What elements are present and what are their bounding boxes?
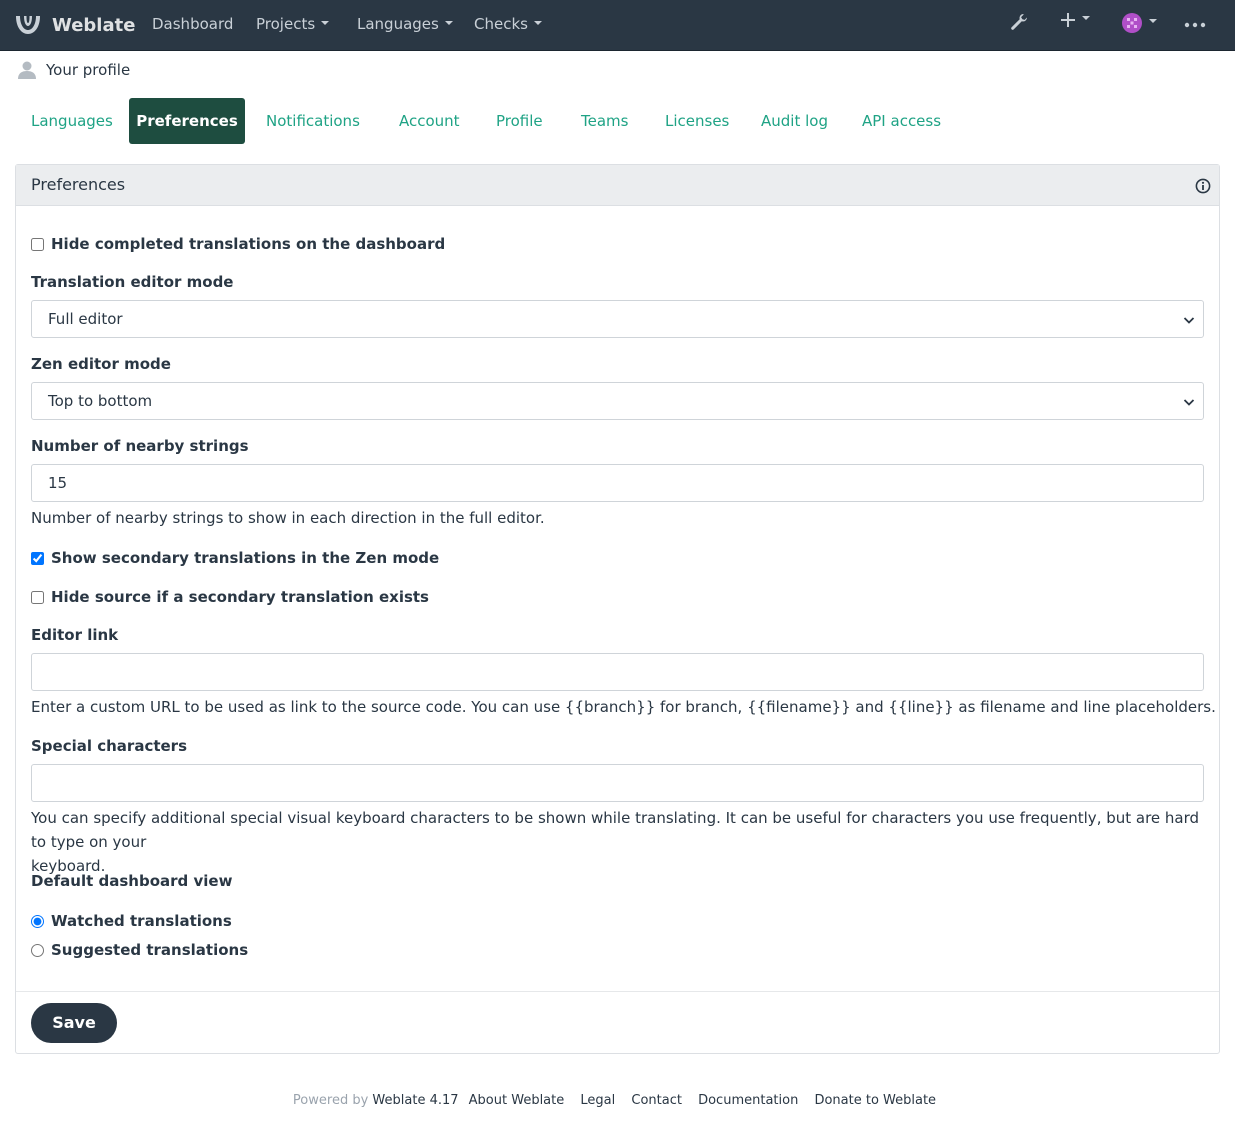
nav-dashboard[interactable]: Dashboard (152, 15, 233, 33)
editor-mode-label: Translation editor mode (31, 273, 234, 291)
save-button[interactable]: Save (31, 1003, 117, 1043)
more-menu-button[interactable] (1184, 14, 1206, 36)
brand-name: Weblate (52, 14, 136, 36)
editor-mode-select[interactable]: Full editor (31, 300, 1204, 338)
brand-link[interactable]: Weblate (14, 11, 135, 39)
nav-dashboard-label: Dashboard (152, 15, 234, 33)
hide-source-checkbox[interactable] (31, 590, 44, 604)
caret-down-icon (533, 20, 542, 25)
footer-version-link[interactable]: Weblate 4.17 (372, 1093, 458, 1108)
zen-mode-select[interactable]: Top to bottom (31, 382, 1204, 420)
caret-down-icon (444, 20, 453, 25)
suggested-translations-option[interactable]: Suggested translations (31, 941, 248, 959)
footer-contact-link[interactable]: Contact (631, 1093, 682, 1108)
wrench-icon (1011, 14, 1027, 30)
user-menu-dropdown[interactable] (1121, 12, 1157, 34)
weblate-logo-icon (16, 16, 40, 34)
dashboard-view-label: Default dashboard view (31, 872, 233, 890)
editor-link-input[interactable] (31, 653, 1204, 691)
tab-licenses[interactable]: Licenses (649, 98, 745, 144)
powered-by-text: Powered by (292, 1093, 369, 1108)
show-secondary-checkbox[interactable] (31, 551, 44, 565)
show-secondary-option[interactable]: Show secondary translations in the Zen m… (31, 549, 439, 567)
panel-heading: Preferences (16, 165, 1219, 206)
nearby-strings-input[interactable]: 15 (31, 464, 1204, 502)
info-icon[interactable] (1195, 178, 1211, 194)
tab-languages[interactable]: Languages (15, 98, 129, 144)
nearby-strings-help: Number of nearby strings to show in each… (31, 509, 545, 527)
tab-api-access[interactable]: API access (846, 98, 957, 144)
editor-mode-value: Full editor (48, 310, 123, 328)
caret-down-icon (1149, 19, 1157, 23)
nav-languages-dropdown[interactable]: Languages (357, 15, 453, 33)
tab-teams[interactable]: Teams (565, 98, 644, 144)
hide-completed-option[interactable]: Hide completed translations on the dashb… (31, 235, 445, 253)
hide-source-option[interactable]: Hide source if a secondary translation e… (31, 588, 429, 606)
plus-icon (1061, 13, 1075, 27)
more-icon (1184, 22, 1206, 28)
editor-link-help: Enter a custom URL to be used as link to… (31, 698, 1216, 716)
nearby-strings-label: Number of nearby strings (31, 437, 249, 455)
footer-documentation-link[interactable]: Documentation (698, 1093, 798, 1108)
watched-translations-option[interactable]: Watched translations (31, 912, 232, 930)
special-chars-input[interactable] (31, 764, 1204, 802)
tab-profile[interactable]: Profile (480, 98, 559, 144)
tab-audit-log[interactable]: Audit log (745, 98, 844, 144)
watched-translations-label: Watched translations (51, 912, 232, 930)
watched-translations-radio[interactable] (31, 914, 44, 928)
hide-completed-checkbox[interactable] (31, 237, 44, 251)
page-footer: Powered by Weblate 4.17 About Weblate Le… (0, 1093, 1235, 1108)
user-icon (18, 61, 36, 79)
suggested-translations-label: Suggested translations (51, 941, 249, 959)
chevron-down-icon (1183, 399, 1195, 406)
editor-link-label: Editor link (31, 626, 119, 644)
chevron-down-icon (1183, 317, 1195, 324)
nav-projects-label: Projects (256, 15, 316, 33)
special-chars-help-line-1: You can specify additional special visua… (31, 809, 1200, 851)
caret-down-icon (321, 20, 330, 25)
breadcrumb: Your profile (17, 59, 130, 81)
tab-notifications[interactable]: Notifications (250, 98, 376, 144)
hide-completed-label: Hide completed translations on the dashb… (51, 235, 446, 253)
suggested-translations-radio[interactable] (31, 943, 44, 957)
nav-checks-dropdown[interactable]: Checks (474, 15, 542, 33)
top-navbar: Weblate Dashboard Projects Languages Che… (0, 0, 1235, 51)
avatar (1122, 13, 1142, 33)
tab-account[interactable]: Account (383, 98, 476, 144)
nav-checks-label: Checks (474, 15, 528, 33)
footer-donate-link[interactable]: Donate to Weblate (814, 1093, 936, 1108)
zen-mode-label: Zen editor mode (31, 355, 171, 373)
nav-languages-label: Languages (357, 15, 439, 33)
tab-preferences[interactable]: Preferences (129, 98, 245, 144)
admin-wrench-button[interactable] (1009, 12, 1029, 32)
show-secondary-label: Show secondary translations in the Zen m… (51, 549, 440, 567)
special-chars-help: You can specify additional special visua… (31, 806, 1204, 878)
zen-mode-value: Top to bottom (48, 392, 153, 410)
hide-source-label: Hide source if a secondary translation e… (51, 588, 429, 606)
caret-down-icon (1082, 16, 1090, 20)
panel-title: Preferences (31, 175, 126, 194)
footer-legal-link[interactable]: Legal (580, 1093, 615, 1108)
nav-projects-dropdown[interactable]: Projects (256, 15, 330, 33)
nearby-strings-value: 15 (48, 474, 68, 492)
breadcrumb-your-profile[interactable]: Your profile (46, 61, 130, 79)
add-dropdown[interactable] (1060, 12, 1090, 28)
preferences-panel: Preferences Hide completed translations … (15, 164, 1220, 1054)
footer-about-link[interactable]: About Weblate (469, 1093, 565, 1108)
panel-footer: Save (16, 991, 1219, 1053)
special-chars-label: Special characters (31, 737, 188, 755)
